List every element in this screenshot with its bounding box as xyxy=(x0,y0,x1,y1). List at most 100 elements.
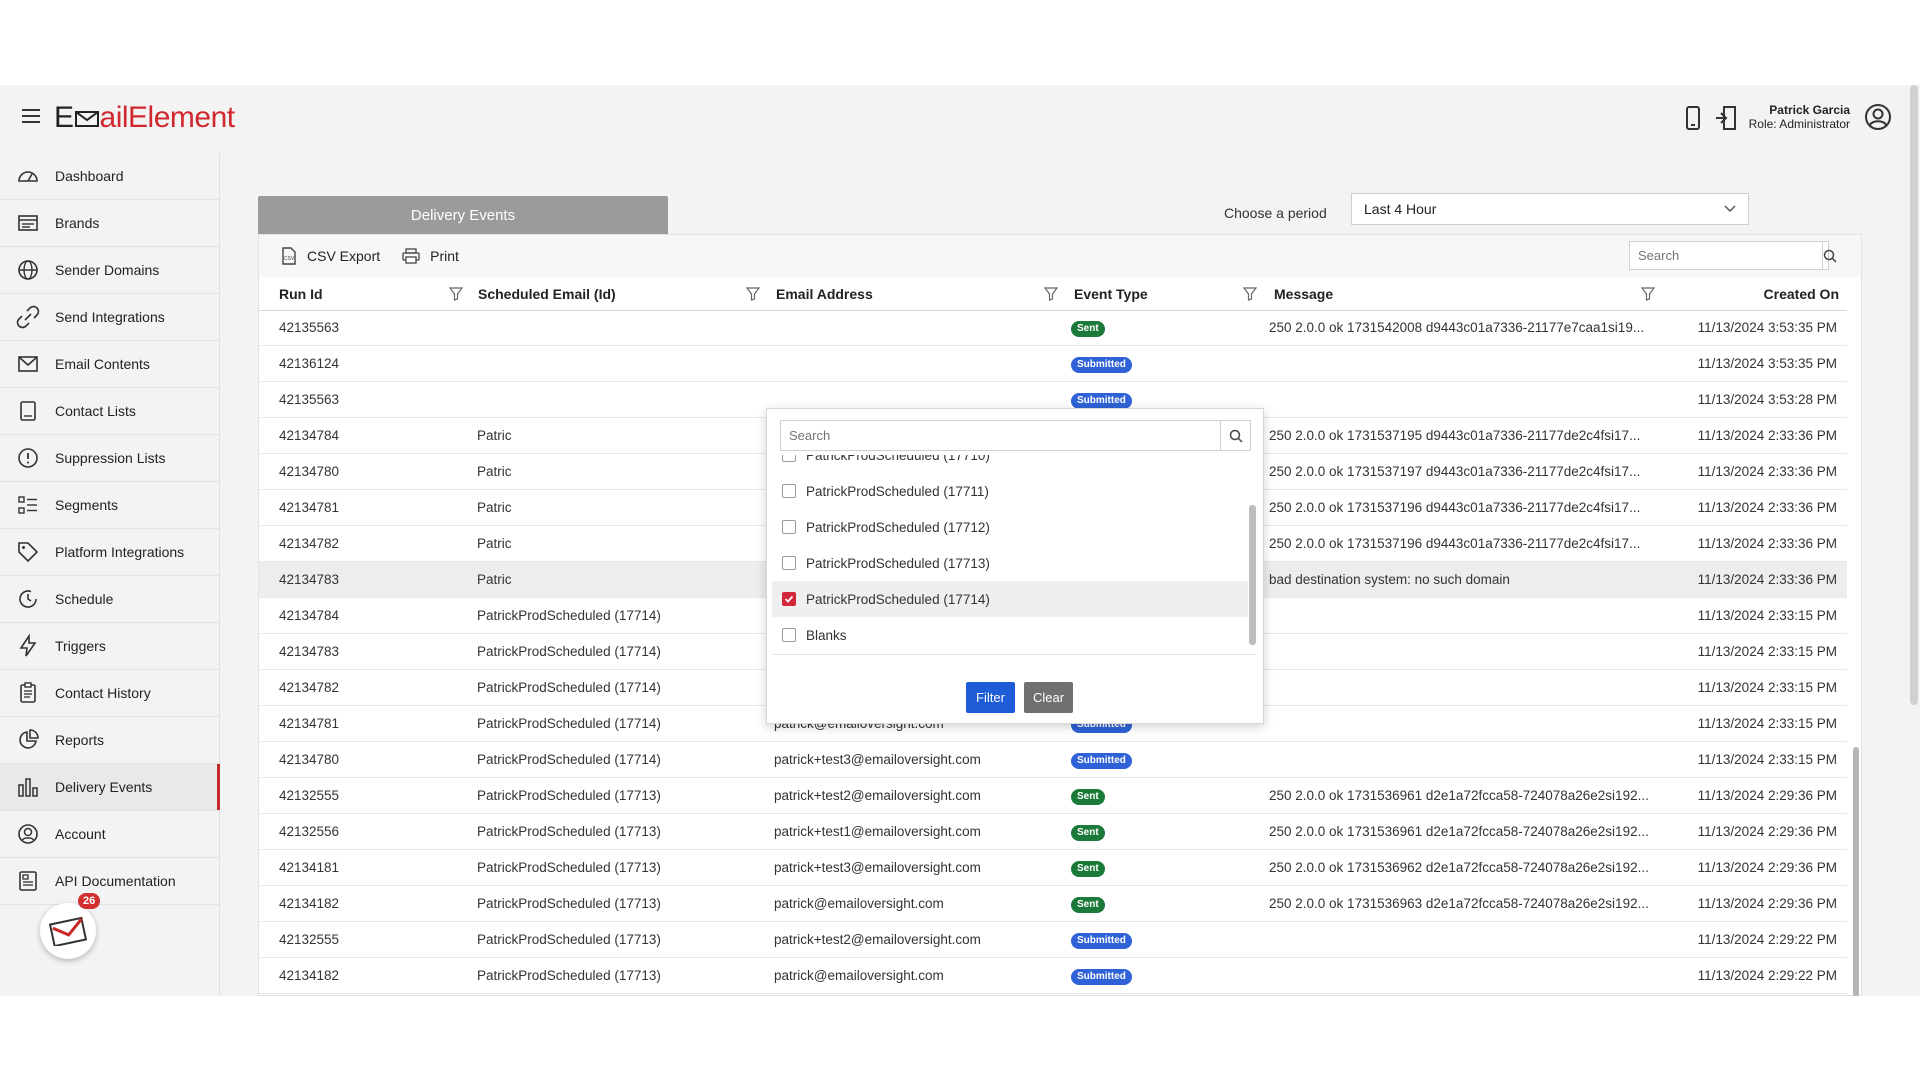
cell-scheduled-email: Patric xyxy=(477,464,512,479)
search-icon[interactable] xyxy=(1822,242,1837,269)
col-message[interactable]: Message xyxy=(1274,286,1333,302)
page-scrollbar[interactable] xyxy=(1910,85,1918,705)
cell-created-on: 11/13/2024 2:33:15 PM xyxy=(1697,680,1837,695)
sidebar-item-platform-integrations[interactable]: Platform Integrations xyxy=(0,529,219,576)
cell-run-id: 42134783 xyxy=(279,572,340,587)
sidebar-item-email-contents[interactable]: Email Contents xyxy=(0,341,219,388)
cell-message: 250 2.0.0 ok 1731537196 d9443c01a7336-21… xyxy=(1269,536,1641,551)
menu-icon[interactable] xyxy=(22,109,40,125)
filter-icon[interactable] xyxy=(1243,287,1257,301)
tab-delivery-events[interactable]: Delivery Events xyxy=(258,196,668,234)
col-email-address[interactable]: Email Address xyxy=(776,286,873,302)
filter-icon[interactable] xyxy=(1641,287,1655,301)
checkbox[interactable] xyxy=(782,556,796,570)
filter-search xyxy=(780,420,1251,451)
table-row[interactable]: 42134182 PatrickProdScheduled (17713) patr… xyxy=(259,886,1847,922)
print-button[interactable]: Print xyxy=(402,248,459,264)
filter-icon[interactable] xyxy=(746,287,760,301)
table-row[interactable]: 42134181 PatrickProdScheduled (17713) patr… xyxy=(259,850,1847,886)
col-scheduled-email[interactable]: Scheduled Email (Id) xyxy=(478,286,616,302)
table-row[interactable]: 42132555 PatrickProdScheduled (17713) patr… xyxy=(259,922,1847,958)
table-row[interactable]: 42136124 Submitted 11/13/2024 3:53:35 PM xyxy=(259,346,1847,382)
table-row[interactable]: 42135563 Sent 250 2.0.0 ok 1731542008 d944… xyxy=(259,310,1847,346)
table-scrollbar[interactable] xyxy=(1852,277,1860,996)
sidebar-item-account[interactable]: Account xyxy=(0,811,219,858)
cell-created-on: 11/13/2024 2:29:36 PM xyxy=(1697,896,1837,911)
col-run-id[interactable]: Run Id xyxy=(279,286,323,302)
table-row[interactable]: 42134182 PatrickProdScheduled (17713) patr… xyxy=(259,958,1847,994)
event-type-badge: Sent xyxy=(1071,825,1105,841)
user-role: Role: Administrator xyxy=(1748,117,1850,131)
sidebar-item-triggers[interactable]: Triggers xyxy=(0,623,219,670)
user-avatar-icon[interactable] xyxy=(1864,103,1892,131)
sidebar-item-label: Triggers xyxy=(55,638,106,654)
filter-option[interactable]: PatrickProdScheduled (17712) xyxy=(772,509,1248,545)
scrollbar-thumb[interactable] xyxy=(1853,747,1859,996)
print-label: Print xyxy=(430,248,459,264)
filter-button[interactable]: Filter xyxy=(966,682,1015,713)
sidebar-item-segments[interactable]: Segments xyxy=(0,482,219,529)
mobile-icon[interactable] xyxy=(1680,105,1706,131)
cell-email-address: patrick+test3@emailoversight.com xyxy=(774,860,981,875)
csv-export-button[interactable]: CSV CSV Export xyxy=(281,247,380,265)
clear-button[interactable]: Clear xyxy=(1024,682,1073,713)
cell-created-on: 11/13/2024 2:29:36 PM xyxy=(1697,824,1837,839)
period-select[interactable]: Last 4 Hour xyxy=(1351,193,1749,225)
sidebar-item-delivery-events[interactable]: Delivery Events xyxy=(0,764,220,811)
sidebar-item-label: Segments xyxy=(55,497,119,513)
table-header: Run Id Scheduled Email (Id) Email Addres… xyxy=(259,277,1847,311)
mail-button[interactable] xyxy=(40,903,96,959)
filter-option[interactable]: Blanks xyxy=(772,617,1248,653)
cell-created-on: 11/13/2024 2:33:15 PM xyxy=(1697,716,1837,731)
filter-icon[interactable] xyxy=(1044,287,1058,301)
sidebar-item-sender-domains[interactable]: Sender Domains xyxy=(0,247,219,294)
logo[interactable]: EailElement xyxy=(54,101,235,135)
grid-search-input[interactable] xyxy=(1630,242,1822,269)
filter-option-label: PatrickProdScheduled (17711) xyxy=(806,483,989,499)
chevron-down-icon xyxy=(1724,205,1736,213)
search-icon[interactable] xyxy=(1220,421,1250,450)
sidebar-item-contact-lists[interactable]: Contact Lists xyxy=(0,388,219,435)
cell-run-id: 42136124 xyxy=(279,356,340,371)
cell-scheduled-email: Patric xyxy=(477,428,512,443)
sidebar-item-reports[interactable]: Reports xyxy=(0,717,219,764)
cell-run-id: 42132555 xyxy=(279,932,340,947)
cell-run-id: 42132555 xyxy=(279,788,340,803)
checkbox[interactable] xyxy=(782,484,796,498)
sidebar-item-contact-history[interactable]: Contact History xyxy=(0,670,219,717)
csv-file-icon: CSV xyxy=(282,247,296,265)
filter-option[interactable]: PatrickProdScheduled (17713) xyxy=(772,545,1248,581)
col-created-on[interactable]: Created On xyxy=(1764,286,1839,302)
checkbox[interactable] xyxy=(782,592,796,606)
sidebar-item-schedule[interactable]: Schedule xyxy=(0,576,219,623)
cell-message: 250 2.0.0 ok 1731537197 d9443c01a7336-21… xyxy=(1269,464,1641,479)
cell-created-on: 11/13/2024 3:53:28 PM xyxy=(1697,392,1837,407)
filter-icon[interactable] xyxy=(449,287,463,301)
checkbox[interactable] xyxy=(782,455,796,462)
sidebar-item-suppression-lists[interactable]: Suppression Lists xyxy=(0,435,219,482)
table-row[interactable]: 42132555 PatrickProdScheduled (17713) patr… xyxy=(259,778,1847,814)
sidebar-item-api-documentation[interactable]: API Documentation xyxy=(0,858,219,905)
filter-list-scrollbar[interactable] xyxy=(1249,455,1256,654)
sidebar-item-dashboard[interactable]: Dashboard xyxy=(0,153,219,200)
sidebar-item-label: Dashboard xyxy=(55,168,124,184)
filter-option[interactable]: PatrickProdScheduled (17711) xyxy=(772,473,1248,509)
col-event-type[interactable]: Event Type xyxy=(1074,286,1148,302)
table-row[interactable]: 42134780 PatrickProdScheduled (17714) patr… xyxy=(259,742,1847,778)
table-row[interactable]: 42132556 PatrickProdScheduled (17713) patr… xyxy=(259,814,1847,850)
filter-search-input[interactable] xyxy=(781,421,1220,450)
sidebar-item-label: Email Contents xyxy=(55,356,150,372)
sidebar-item-brands[interactable]: Brands xyxy=(0,200,219,247)
scrollbar-thumb[interactable] xyxy=(1249,505,1256,645)
filter-option[interactable]: PatrickProdScheduled (17710) xyxy=(772,455,1248,473)
sidebar-item-send-integrations[interactable]: Send Integrations xyxy=(0,294,219,341)
event-type-badge: Submitted xyxy=(1071,393,1132,409)
globe-icon xyxy=(15,257,41,283)
filter-option[interactable]: PatrickProdScheduled (17714) xyxy=(772,581,1248,617)
cell-email-address: patrick@emailoversight.com xyxy=(774,968,944,983)
csv-export-label: CSV Export xyxy=(307,248,381,264)
cell-scheduled-email: Patric xyxy=(477,500,512,515)
checkbox[interactable] xyxy=(782,520,796,534)
exit-icon[interactable] xyxy=(1712,105,1738,131)
checkbox[interactable] xyxy=(782,628,796,642)
